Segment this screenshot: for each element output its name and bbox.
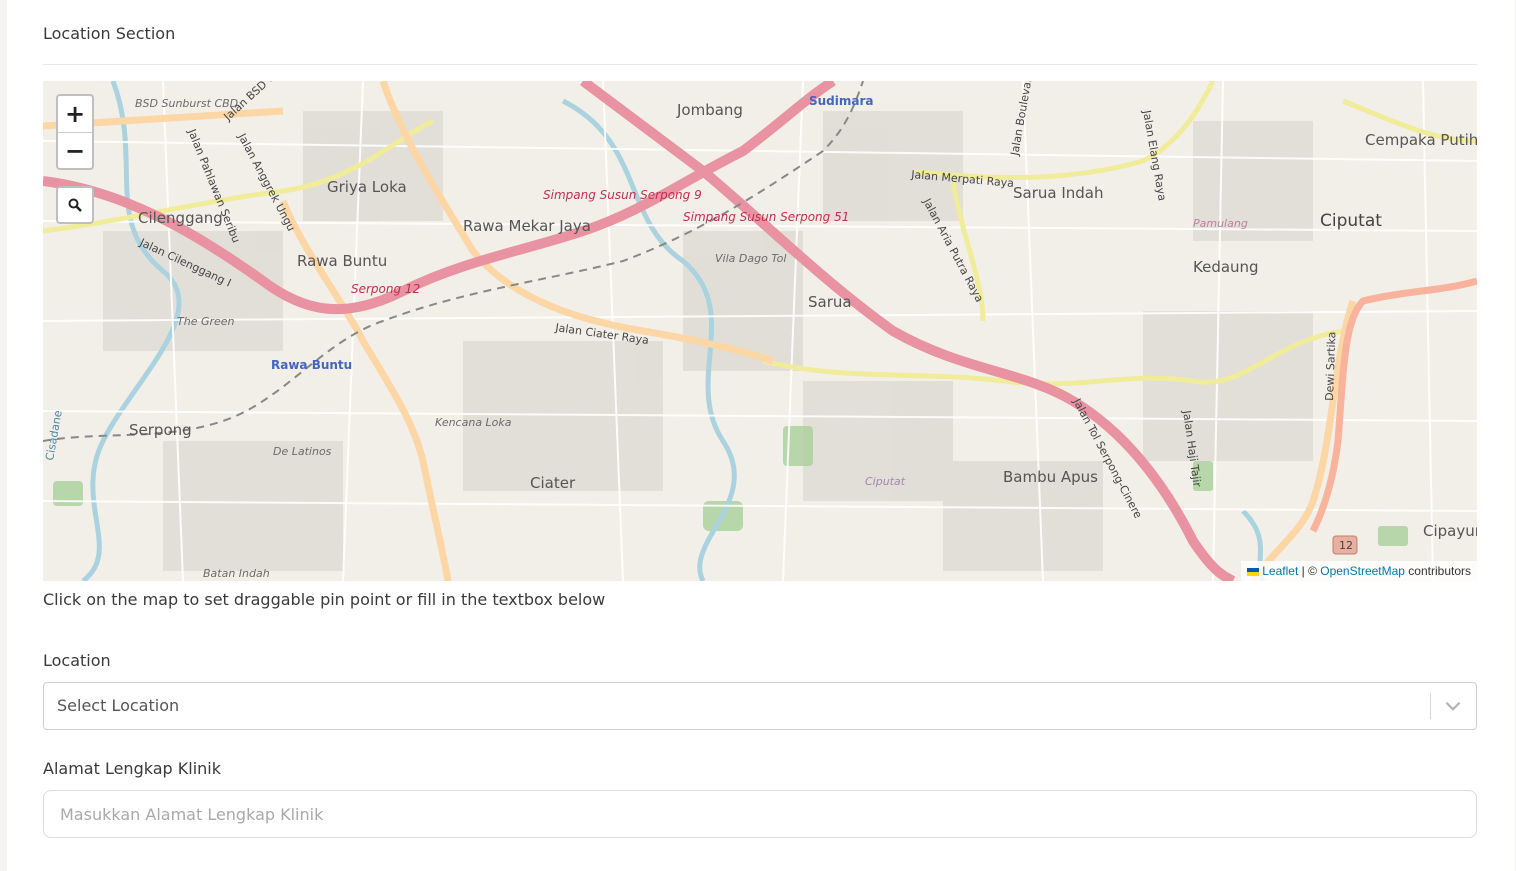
map-view[interactable]: Cilenggang Griya Loka Rawa Mekar Jaya Jo… — [43, 81, 1477, 581]
divider — [43, 64, 1477, 65]
map-label-sarua-indah: Sarua Indah — [1013, 184, 1104, 202]
attribution-separator: | © — [1298, 564, 1321, 578]
map-label-rawa-buntu: Rawa Buntu — [297, 252, 387, 270]
location-select[interactable]: Select Location — [43, 682, 1477, 730]
address-label: Alamat Lengkap Klinik — [43, 759, 221, 778]
map-label-serpong-12: Serpong 12 — [351, 282, 420, 296]
map-label-bambu-apus: Bambu Apus — [1003, 468, 1098, 486]
map-attribution: Leaflet | © OpenStreetMap contributors — [1241, 561, 1477, 581]
map-label-the-green: The Green — [177, 315, 235, 328]
map-label-kencana-loka: Kencana Loka — [435, 416, 512, 429]
location-card: Location Section Cilenggang Griya Loka R… — [7, 0, 1515, 871]
osm-link[interactable]: OpenStreetMap — [1320, 564, 1405, 578]
section-title: Location Section — [43, 24, 176, 43]
map-label-pamulang: Pamulang — [1193, 217, 1248, 230]
map-label-simpang-susun-9: Simpang Susun Serpong 9 — [543, 188, 702, 202]
search-icon — [68, 198, 82, 212]
map-label-rawa-buntu-station: Rawa Buntu — [271, 358, 352, 372]
map-label-serpong: Serpong — [129, 421, 192, 439]
map-label-cipayung: Cipayung — [1423, 522, 1477, 540]
select-separator — [1430, 693, 1431, 719]
map-label-griya-loka: Griya Loka — [327, 178, 407, 196]
map-label-sudimara: Sudimara — [809, 94, 874, 108]
map-hint: Click on the map to set draggable pin po… — [43, 590, 606, 609]
zoom-control: + − — [56, 94, 94, 170]
map-label-sarua: Sarua — [808, 293, 852, 311]
map-label-ciputat: Ciputat — [1320, 211, 1382, 231]
leaflet-link[interactable]: Leaflet — [1262, 564, 1298, 578]
map-label-de-latinos: De Latinos — [273, 445, 332, 458]
map-label-kedaung: Kedaung — [1193, 258, 1259, 276]
map-label-jombang: Jombang — [676, 101, 743, 119]
map-label-rawa-mekar-jaya: Rawa Mekar Jaya — [463, 217, 591, 235]
map-label-ciater: Ciater — [530, 474, 576, 492]
map-tiles[interactable]: Cilenggang Griya Loka Rawa Mekar Jaya Jo… — [43, 81, 1477, 581]
map-label-cempaka-putih: Cempaka Putih — [1365, 131, 1477, 149]
attribution-suffix: contributors — [1404, 564, 1471, 578]
map-label-cilenggang: Cilenggang — [138, 209, 223, 227]
chevron-down-icon[interactable] — [1442, 695, 1464, 717]
ukraine-flag-icon — [1247, 567, 1260, 576]
location-label: Location — [43, 651, 111, 670]
address-input[interactable] — [43, 790, 1477, 838]
map-label-simpang-susun-51: Simpang Susun Serpong 51 — [683, 210, 849, 224]
zoom-in-button[interactable]: + — [58, 96, 92, 133]
zoom-out-button[interactable]: − — [58, 133, 92, 169]
map-label-vila-dago-tol: Vila Dago Tol — [715, 252, 786, 265]
map-search-button[interactable] — [56, 186, 94, 224]
route-shield-number: 12 — [1339, 539, 1353, 552]
map-label-dewi-sartika: Dewi Sartika — [1323, 331, 1338, 401]
map-label-ciputat-river: Ciputat — [865, 475, 906, 488]
map-label-batan-indah: Batan Indah — [203, 567, 270, 580]
map-label-bsd-sunburst: BSD Sunburst CBD — [135, 97, 238, 110]
location-select-value: Select Location — [57, 696, 180, 715]
